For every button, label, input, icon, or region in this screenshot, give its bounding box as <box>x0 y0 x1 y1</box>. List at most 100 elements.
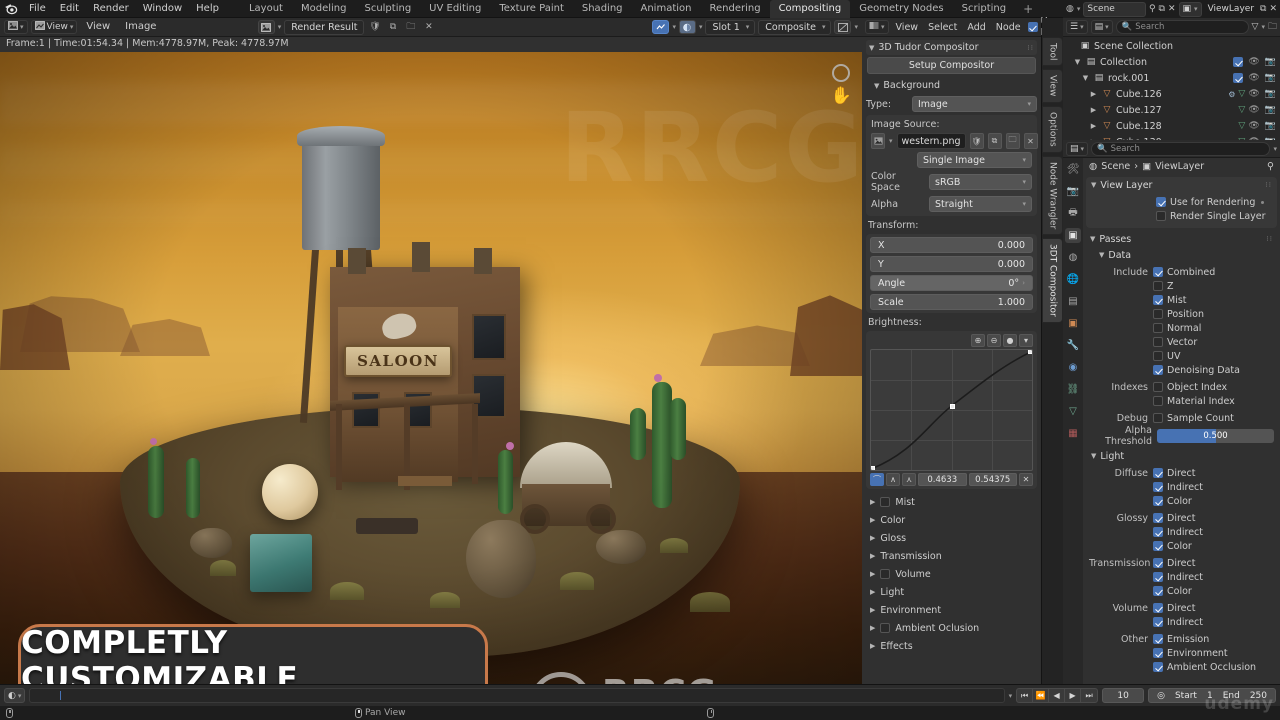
glossy-indirect-checkbox[interactable] <box>1153 527 1163 537</box>
pass-vector-row[interactable]: Vector <box>1089 335 1274 349</box>
workspace-tab-texture-paint[interactable]: Texture Paint <box>490 0 573 18</box>
menu-window[interactable]: Window <box>136 0 189 18</box>
other-ambient-occlusion-row[interactable]: Ambient Occlusion <box>1089 660 1274 674</box>
jump-to-start-icon[interactable]: ⏮ <box>1017 689 1034 702</box>
data-tab-icon[interactable]: ▽ <box>1065 404 1081 419</box>
pass-normal-row[interactable]: Normal <box>1089 321 1274 335</box>
menu-edit[interactable]: Edit <box>53 0 86 18</box>
outliner-search-input[interactable]: 🔍 Search <box>1115 20 1249 34</box>
color-space-dropdown[interactable]: sRGB ▾ <box>929 174 1032 190</box>
scene-tab-icon[interactable]: ◍ <box>1065 250 1081 265</box>
delete-scene-icon[interactable]: ✕ <box>1168 4 1176 14</box>
workspace-tab-rendering[interactable]: Rendering <box>700 0 769 18</box>
menu-view[interactable]: View <box>80 20 116 34</box>
fake-user-icon[interactable]: 🛡 <box>969 133 984 149</box>
auto-handle-icon[interactable]: ⌒ <box>870 473 884 486</box>
diffuse-color-row[interactable]: Color <box>1089 494 1274 508</box>
workspace-tab-shading[interactable]: Shading <box>573 0 632 18</box>
pass-sample-count-checkbox[interactable] <box>1153 413 1163 423</box>
menu-help[interactable]: Help <box>189 0 226 18</box>
other-emission-checkbox[interactable] <box>1153 634 1163 644</box>
chevron-down-icon[interactable]: ▾ <box>1273 145 1277 153</box>
pass-position-row[interactable]: Position <box>1089 307 1274 321</box>
curve-point[interactable] <box>871 466 875 470</box>
new-layer-icon[interactable]: ⧉ <box>1260 4 1266 14</box>
transmission-indirect-row[interactable]: Indirect <box>1089 570 1274 584</box>
jump-to-end-icon[interactable]: ⏭ <box>1081 689 1097 702</box>
curve-presets-icon[interactable]: ▾ <box>1019 334 1033 347</box>
breadcrumb-viewlayer[interactable]: ViewLayer <box>1155 161 1204 172</box>
open-folder-icon[interactable]: 🗀 <box>403 20 418 35</box>
pass-denoising-data-row[interactable]: Denoising Data <box>1089 363 1274 377</box>
overlays-icon[interactable] <box>652 20 670 34</box>
transform-y-field[interactable]: Y 0.000 <box>870 256 1033 272</box>
curve-point[interactable] <box>1028 350 1032 354</box>
transform-angle-field[interactable]: Angle 0° › <box>870 275 1033 291</box>
pass-denoising-data-checkbox[interactable] <box>1153 365 1163 375</box>
render-layer-selector[interactable]: Composite ▾ <box>758 19 832 35</box>
funnel-filter-icon[interactable]: ▽ <box>1252 22 1259 32</box>
camera-icon[interactable]: 📷 <box>1265 105 1276 115</box>
current-frame-field[interactable]: 10 <box>1102 688 1145 703</box>
modifier-tab-icon[interactable]: 🔧 <box>1065 338 1081 353</box>
mesh-data-icon[interactable]: ▽ <box>1238 105 1245 115</box>
delete-point-icon[interactable]: ✕ <box>1019 473 1033 486</box>
unlink-x-icon[interactable]: ✕ <box>421 20 436 35</box>
collection-enable-checkbox[interactable] <box>1233 73 1244 83</box>
pin-icon[interactable]: ⚲ <box>1267 161 1274 172</box>
pass-material-index-checkbox[interactable] <box>1153 396 1163 406</box>
image-name-field[interactable]: western.png <box>896 133 966 149</box>
brightness-curve-widget[interactable] <box>870 349 1033 471</box>
panel-light-header[interactable]: ▼ Light <box>1085 448 1278 464</box>
use-for-rendering-row[interactable]: Use for Rendering <box>1090 195 1273 209</box>
camera-icon[interactable]: 📷 <box>1265 121 1276 131</box>
pass-vector-checkbox[interactable] <box>1153 337 1163 347</box>
prev-keyframe-icon[interactable]: ⏪ <box>1033 689 1050 702</box>
workspace-tab-modeling[interactable]: Modeling <box>292 0 356 18</box>
world-tab-icon[interactable]: 🌐 <box>1065 272 1081 287</box>
open-folder-icon[interactable]: 🗀 <box>1005 133 1020 149</box>
pass-uv-checkbox[interactable] <box>1153 351 1163 361</box>
render-pass-icon[interactable] <box>834 20 852 34</box>
outliner-row-cube126[interactable]: ▶ ▽ Cube.126 ⚙ ▽ 👁 📷 <box>1063 86 1280 102</box>
pass-object-index-row[interactable]: Indexes Object Index <box>1089 380 1274 394</box>
compositor-menu-view[interactable]: View <box>893 22 922 33</box>
collection-tab-icon[interactable]: ▤ <box>1065 294 1081 309</box>
compositor-editor-type[interactable]: ▾ <box>865 20 889 34</box>
curve-point[interactable] <box>949 404 955 409</box>
timeline-editor-type[interactable]: ◐ ▾ <box>4 688 26 703</box>
section-environment[interactable]: ▶ Environment <box>866 601 1037 619</box>
output-tab-icon[interactable]: 🖶 <box>1065 206 1081 221</box>
transmission-color-row[interactable]: Color <box>1089 584 1274 598</box>
panel-view-layer-header[interactable]: ▼ View Layer ⁞⁞ <box>1086 177 1277 193</box>
diffuse-direct-checkbox[interactable] <box>1153 468 1163 478</box>
workspace-tab-sculpting[interactable]: Sculpting <box>355 0 420 18</box>
workspace-tab-compositing[interactable]: Compositing <box>769 0 851 18</box>
pass-z-checkbox[interactable] <box>1153 281 1163 291</box>
animate-property-dot[interactable] <box>1261 200 1265 204</box>
duplicate-icon[interactable]: ⧉ <box>987 133 1002 149</box>
diffuse-direct-row[interactable]: Diffuse Direct <box>1089 466 1274 480</box>
section-ambient-occlusion[interactable]: ▶ Ambient Oclusion <box>866 619 1037 637</box>
glossy-indirect-row[interactable]: Indirect <box>1089 525 1274 539</box>
render-single-layer-checkbox[interactable] <box>1156 211 1166 221</box>
chevron-down-icon[interactable]: ▾ <box>278 23 282 31</box>
pass-combined-row[interactable]: Include Combined <box>1089 265 1274 279</box>
transmission-color-checkbox[interactable] <box>1153 586 1163 596</box>
setup-compositor-button[interactable]: Setup Compositor <box>867 57 1036 74</box>
chevron-right-icon[interactable]: ▶ <box>1089 90 1098 98</box>
constraint-tab-icon[interactable]: ⛓ <box>1065 382 1081 397</box>
pass-uv-row[interactable]: UV <box>1089 349 1274 363</box>
other-emission-row[interactable]: Other Emission <box>1089 632 1274 646</box>
workspace-tab-animation[interactable]: Animation <box>632 0 701 18</box>
play-icon[interactable]: ▶ <box>1065 689 1082 702</box>
chevron-down-icon[interactable]: ▾ <box>1077 5 1081 13</box>
render-single-layer-row[interactable]: Render Single Layer <box>1090 209 1273 223</box>
section-color[interactable]: ▶ Color <box>866 511 1037 529</box>
camera-off-icon[interactable]: 📷 <box>1265 73 1276 83</box>
compositor-menu-add[interactable]: Add <box>964 22 988 33</box>
editor-type-selector[interactable]: ▾ <box>4 20 28 34</box>
chevron-down-icon[interactable]: ▼ <box>1073 58 1082 66</box>
viewlayer-field[interactable]: ▣ ▾ <box>1178 1 1202 17</box>
zoom-in-icon[interactable]: ⊕ <box>971 334 985 347</box>
